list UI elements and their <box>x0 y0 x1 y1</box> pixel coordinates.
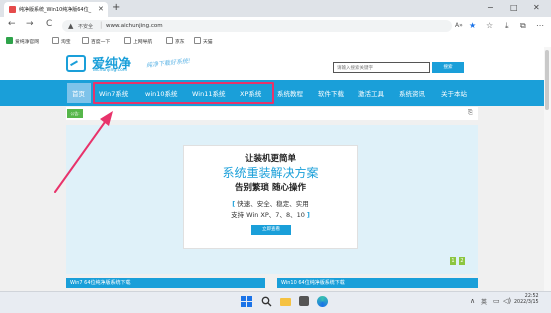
url-separator: | <box>100 21 103 29</box>
favorite-star-icon[interactable]: ★ <box>469 21 476 30</box>
annotation-highlight-box <box>93 82 274 104</box>
favorite-item[interactable]: 京东 <box>166 37 185 45</box>
section-header-win10[interactable]: Win10 64位纯净版系统下载 <box>277 278 478 288</box>
refresh-button[interactable]: C <box>46 19 52 29</box>
page-icon <box>82 37 89 44</box>
scrollbar-thumb[interactable] <box>545 50 549 110</box>
site-logo-icon[interactable] <box>66 55 86 72</box>
banner-line-3: 告别繁琐 随心操作 <box>235 183 306 193</box>
site-search-button[interactable]: 搜索 <box>432 62 464 73</box>
volume-icon[interactable]: ◁) <box>503 297 511 305</box>
read-aloud-icon[interactable]: A» <box>455 22 463 29</box>
back-button[interactable]: ← <box>8 19 16 29</box>
banner-line-4-text: 快速、安全、稳定、实用 <box>235 200 309 208</box>
favorite-label: 天猫 <box>203 40 213 45</box>
section-header-win7[interactable]: Win7 64位纯净版系统下载 <box>66 278 265 288</box>
windows-start-icon[interactable] <box>241 296 252 307</box>
favorite-item[interactable]: 爱纯净官网 <box>6 37 39 45</box>
page-icon <box>194 37 201 44</box>
favorite-item[interactable]: 上网导航 <box>124 37 152 45</box>
minimize-button[interactable]: − <box>487 3 494 12</box>
nav-item-home[interactable]: 首页 <box>72 88 85 98</box>
site-logo-domain: aichunjing.com <box>93 68 128 73</box>
favorite-label: 上网导航 <box>133 40 153 45</box>
favorite-label: 百度一下 <box>91 40 111 45</box>
banner-line-5-text: 支持 Win XP、7、8、10 <box>231 211 307 219</box>
warning-icon: ▲ <box>68 22 74 30</box>
page-icon <box>166 37 173 44</box>
file-explorer-icon[interactable] <box>280 298 291 306</box>
page-icon <box>52 37 59 44</box>
tab-title: 纯净版系统_Win10纯净版64位_ <box>19 7 92 13</box>
slide-dot-1[interactable]: 1 <box>450 257 456 265</box>
windows-taskbar <box>0 291 551 313</box>
nav-item-news[interactable]: 系统资讯 <box>399 88 425 98</box>
network-icon[interactable]: ▭ <box>493 297 500 305</box>
nav-item-software[interactable]: 软件下载 <box>318 88 344 98</box>
page-icon <box>124 37 131 44</box>
store-icon[interactable] <box>299 296 309 306</box>
url-field[interactable]: ▲ 不安全 | www.aichunjing.com <box>62 20 452 32</box>
tab-close-icon[interactable]: ✕ <box>98 5 104 13</box>
favorite-label: 淘宝 <box>61 40 71 45</box>
tray-chevron-icon[interactable]: ∧ <box>470 297 475 305</box>
forward-button[interactable]: → <box>26 19 34 29</box>
favorite-item[interactable]: 淘宝 <box>52 37 71 45</box>
site-icon <box>6 37 13 44</box>
slide-dot-2[interactable]: 2 <box>459 257 465 265</box>
search-icon[interactable] <box>261 296 272 307</box>
favorite-label: 爱纯净官网 <box>15 40 39 45</box>
ime-language[interactable]: 英 <box>481 297 487 306</box>
notice-label: 公告: <box>67 109 83 118</box>
banner-line-4: [ 快速、安全、稳定、实用 <box>183 198 358 208</box>
maximize-button[interactable]: □ <box>510 3 518 12</box>
extensions-icon[interactable]: ⧉ <box>520 21 526 31</box>
security-label: 不安全 <box>78 24 94 30</box>
tab-favicon-icon <box>9 6 16 13</box>
banner-line-1: 让装机更简单 <box>244 154 296 164</box>
download-icon[interactable]: ⤓ <box>505 21 509 31</box>
favorite-label: 京东 <box>175 40 185 45</box>
document-icon[interactable]: ⎘ <box>468 109 473 117</box>
banner-headline: 系统重装解决方案 <box>222 166 319 180</box>
taskbar-clock[interactable]: 22:52 2022/3/15 <box>514 294 539 306</box>
nav-item-about[interactable]: 关于本站 <box>441 88 467 98</box>
menu-icon[interactable]: ⋯ <box>536 21 544 30</box>
new-tab-button[interactable]: + <box>112 2 120 13</box>
url-text: www.aichunjing.com <box>106 23 163 29</box>
close-window-button[interactable]: ✕ <box>533 3 540 12</box>
nav-item-tutorials[interactable]: 系统教程 <box>277 88 303 98</box>
notice-bar <box>66 107 478 120</box>
view-now-button[interactable]: 立即查看 <box>251 225 291 235</box>
nav-item-activation[interactable]: 激活工具 <box>358 88 384 98</box>
banner-line-5: 支持 Win XP、7、8、10 ] <box>183 209 358 219</box>
clock-date: 2022/3/15 <box>514 300 539 305</box>
favorite-item[interactable]: 天猫 <box>194 37 213 45</box>
favorites-icon[interactable]: ☆ <box>486 21 493 30</box>
bracket-close: ] <box>306 211 310 219</box>
edge-icon[interactable] <box>317 296 328 307</box>
site-search-input[interactable]: 请输入搜索关键字 <box>333 62 430 73</box>
favorite-item[interactable]: 百度一下 <box>82 37 110 45</box>
browser-tab[interactable]: 纯净版系统_Win10纯净版64位_ ✕ <box>4 2 108 17</box>
